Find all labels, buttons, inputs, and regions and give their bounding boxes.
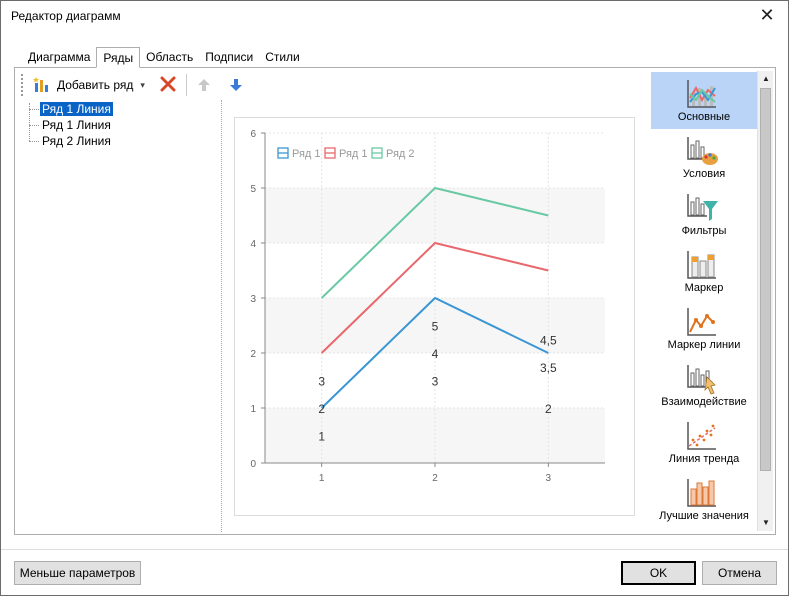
side-item-top-values[interactable]: Лучшие значения <box>651 471 757 528</box>
data-label: 3 <box>432 375 439 389</box>
delete-series-icon[interactable] <box>160 76 176 92</box>
y-tick-label: 4 <box>250 239 256 250</box>
scroll-down-icon[interactable]: ▼ <box>758 515 774 531</box>
series-tree: Ряд 1 Линия Ряд 1 Линия Ряд 2 Линия <box>25 101 215 149</box>
tab-area[interactable]: Область <box>140 47 199 67</box>
y-tick-label: 5 <box>250 184 256 195</box>
add-series-label: Добавить ряд <box>57 78 134 92</box>
close-icon[interactable]: ✕ <box>755 4 779 26</box>
y-tick-label: 2 <box>250 349 256 360</box>
tab-labels[interactable]: Подписи <box>199 47 259 67</box>
side-item-label: Условия <box>682 168 726 180</box>
move-up-icon[interactable] <box>197 78 211 92</box>
toolbar-separator <box>186 74 187 96</box>
side-item-marker[interactable]: Маркер <box>651 243 757 300</box>
marker-icon <box>687 251 716 279</box>
side-item-label: Основные <box>677 111 731 123</box>
y-tick-label: 1 <box>250 404 256 415</box>
side-panel-scrollbar[interactable]: ▲ ▼ <box>757 71 773 531</box>
scroll-up-icon[interactable]: ▲ <box>758 71 774 87</box>
ok-button[interactable]: OK <box>621 561 696 585</box>
toolbar-grip[interactable] <box>21 74 23 96</box>
y-tick-label: 6 <box>250 129 256 140</box>
side-item-filters[interactable]: Фильтры <box>651 186 757 243</box>
tree-item-series[interactable]: Ряд 1 Линия <box>25 101 215 117</box>
top-values-icon <box>687 479 716 507</box>
tree-item-label: Ряд 1 Линия <box>42 118 111 132</box>
line-chart: 0 1 2 3 4 5 6 1 2 3 1 2 3 3 4 5 2 3,5 4,5 Ряд 1 Ряд 1 Ряд 2 <box>250 129 605 484</box>
y-tick-label: 3 <box>250 294 256 305</box>
cancel-button[interactable]: Отмена <box>702 561 777 585</box>
line-marker-icon <box>687 308 716 336</box>
data-label: 4,5 <box>540 333 557 347</box>
filter-icon <box>687 194 718 221</box>
tab-chart[interactable]: Диаграмма <box>22 47 96 67</box>
data-label: 3,5 <box>540 361 557 375</box>
move-down-icon[interactable] <box>229 78 243 92</box>
data-label: 1 <box>318 430 325 444</box>
data-label: 2 <box>545 402 552 416</box>
side-item-interaction[interactable]: Взаимодействие <box>651 357 757 414</box>
side-item-trendline[interactable]: Линия тренда <box>651 414 757 471</box>
tree-item-label: Ряд 1 Линия <box>39 101 114 117</box>
chart-editor-window: Редактор диаграмм ✕ Диаграмма Ряды Облас… <box>0 0 789 596</box>
side-item-conditions[interactable]: Условия <box>651 129 757 186</box>
footer-divider <box>1 549 788 550</box>
side-item-label: Лучшие значения <box>659 510 749 522</box>
splitter[interactable] <box>221 100 222 532</box>
tab-styles[interactable]: Стили <box>259 47 306 67</box>
tab-strip: Диаграмма Ряды Область Подписи Стили <box>22 47 306 68</box>
chevron-down-icon[interactable]: ▾ <box>140 80 145 91</box>
side-item-line-marker[interactable]: Маркер линии <box>651 300 757 357</box>
tree-item-series[interactable]: Ряд 2 Линия <box>25 133 215 149</box>
legend-label: Ряд 1 <box>292 148 321 160</box>
x-tick-label: 3 <box>546 473 552 484</box>
legend-label: Ряд 2 <box>386 148 415 160</box>
side-item-basic[interactable]: Основные <box>651 72 757 129</box>
side-item-label: Линия тренда <box>668 453 740 465</box>
tree-item-series[interactable]: Ряд 1 Линия <box>25 117 215 133</box>
tab-series[interactable]: Ряды <box>96 47 141 68</box>
side-item-label: Взаимодействие <box>661 396 747 408</box>
add-series-icon <box>33 77 48 92</box>
x-tick-label: 2 <box>432 473 438 484</box>
data-label: 4 <box>432 347 439 361</box>
tree-item-label: Ряд 2 Линия <box>42 134 111 148</box>
fewer-params-button[interactable]: Меньше параметров <box>14 561 141 585</box>
trendline-icon <box>687 422 716 450</box>
window-title: Редактор диаграмм <box>11 9 121 23</box>
x-tick-label: 1 <box>319 473 325 484</box>
data-label: 3 <box>318 375 325 389</box>
legend-label: Ряд 1 <box>339 148 368 160</box>
side-item-label: Маркер линии <box>667 339 741 351</box>
data-label: 2 <box>318 402 325 416</box>
data-label: 5 <box>432 320 439 334</box>
scroll-thumb[interactable] <box>760 88 771 471</box>
side-item-label: Фильтры <box>681 225 727 237</box>
series-tab-panel: Добавить ряд ▾ Ряд 1 Линия Ряд 1 Линия Р… <box>14 67 776 535</box>
conditions-icon <box>687 137 718 165</box>
y-tick-label: 0 <box>250 459 256 470</box>
side-item-label: Маркер <box>684 282 724 294</box>
side-panel: Основные Условия Фильтры Маркер Маркер л… <box>651 72 757 532</box>
interaction-icon <box>687 365 716 395</box>
chart-preview: 0 1 2 3 4 5 6 1 2 3 1 2 3 3 4 5 2 3,5 4,5 Ряд 1 Ряд 1 Ряд 2 <box>234 117 635 516</box>
add-series-button[interactable]: Добавить ряд ▾ <box>33 74 145 96</box>
basic-chart-icon <box>687 80 716 108</box>
